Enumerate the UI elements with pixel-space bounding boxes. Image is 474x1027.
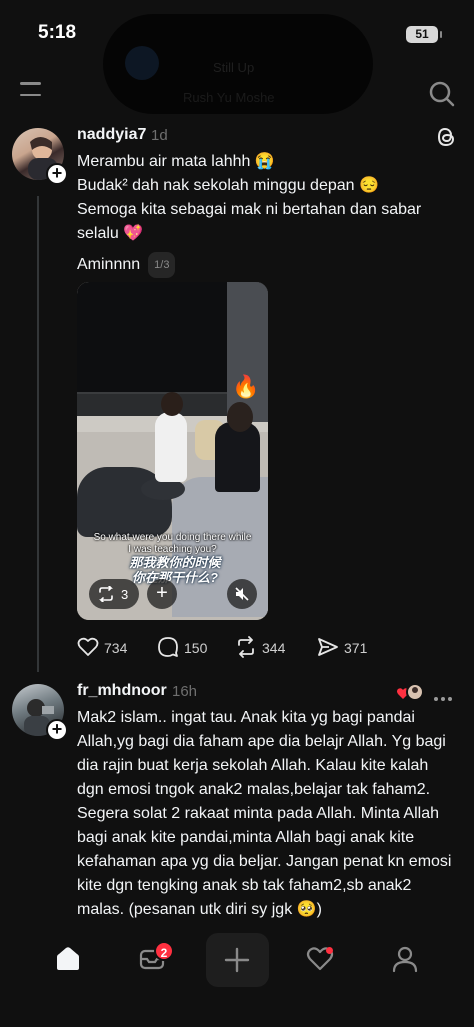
home-icon <box>57 947 79 970</box>
post-line: kefahaman apa yg dia beljar. Jangan pena… <box>77 853 452 870</box>
post-line: dgn emosi tngok anak2 malas,belajar tak … <box>77 781 431 798</box>
plus-icon <box>224 947 250 973</box>
post-time: 16h <box>172 683 198 700</box>
more-options-icon[interactable] <box>434 688 456 701</box>
thread-post[interactable]: + fr_mhdnoor 16h Mak2 islam.. ingat tau.… <box>0 0 474 925</box>
post-line: Mak2 islam.. ingat tau. Anak kita yg bag… <box>77 709 415 726</box>
follow-plus-button[interactable]: + <box>46 719 68 741</box>
post-username[interactable]: fr_mhdnoor <box>77 682 167 700</box>
post-line: bagi anak kite pandai,minta Allah bagi a… <box>77 829 415 846</box>
post-line: Segera solat 2 rakaat minta pada Allah. … <box>77 805 439 822</box>
tab-activity[interactable] <box>300 939 340 979</box>
post-line: malas. (pesanan utk diri sy jgk 🥺) <box>77 901 322 918</box>
post-line: dia rajin buat kerja sekolah Allah. Kala… <box>77 757 429 774</box>
post-body: Mak2 islam.. ingat tau. Anak kita yg bag… <box>77 706 467 922</box>
post-line: kite dgn tengking anak sb tak faham2,sb … <box>77 877 412 894</box>
liked-by-indicator[interactable] <box>396 682 426 704</box>
activity-dot <box>326 947 333 954</box>
tab-inbox[interactable]: 2 <box>132 939 174 979</box>
bottom-tab-bar: 2 <box>0 925 474 1027</box>
inbox-badge: 2 <box>154 941 174 961</box>
compose-button[interactable] <box>206 933 269 987</box>
post-line: Allah,yg bagi dia faham ape dia belajr A… <box>77 733 446 750</box>
profile-icon <box>392 946 418 973</box>
tab-profile[interactable] <box>385 939 425 979</box>
tab-home[interactable] <box>48 939 88 979</box>
